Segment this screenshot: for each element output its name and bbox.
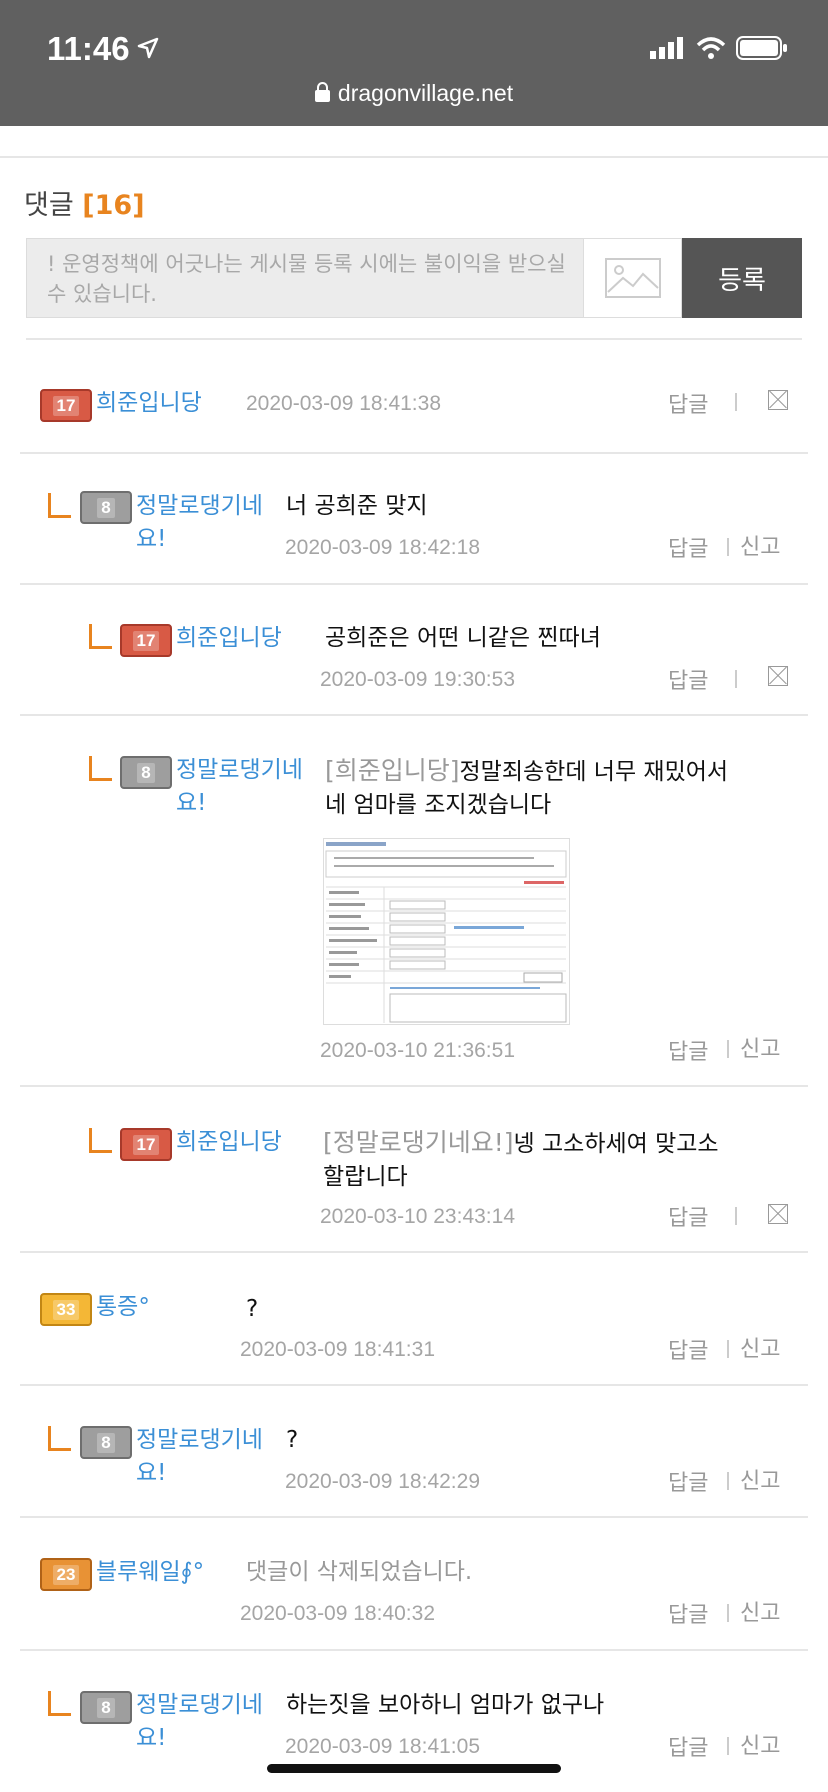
divider [20,583,808,585]
level-badge: 8 [80,1691,132,1724]
delete-icon[interactable] [768,666,788,686]
action-separator [735,670,737,688]
action-separator [727,1604,729,1622]
url-text: dragonvillage.net [337,80,514,106]
reply-button[interactable]: 답글 [668,1465,708,1497]
signal-icon [650,37,683,59]
reply-button[interactable]: 답글 [668,1597,708,1629]
action-separator [735,393,737,411]
reply-arrow-icon [48,1426,71,1451]
divider [20,1384,808,1386]
comment-text: [희준입니당]정말죄송한데 너무 재밌어서 네 엄마를 조지겠습니다 [325,756,729,818]
report-button[interactable]: 신고 [740,1331,780,1363]
wifi-icon [696,37,726,59]
comment-date: 2020-03-09 18:41:38 [246,392,441,415]
reply-button[interactable]: 답글 [668,663,708,695]
clock: 11:46 [47,30,130,67]
comment-date: 2020-03-10 21:36:51 [320,1039,515,1062]
comment-author[interactable]: 희준입니당 [176,622,282,655]
comment-text: ? [286,1427,299,1453]
report-button[interactable]: 신고 [740,1463,780,1495]
divider [20,1649,808,1651]
comment-text: ? [246,1296,259,1322]
reply-button[interactable]: 답글 [668,387,708,419]
url-bar[interactable]: dragonvillage.net [0,80,828,107]
report-button[interactable]: 신고 [740,1728,780,1760]
reply-button[interactable]: 답글 [668,1730,708,1762]
comment-author[interactable]: 블루웨일∮° [96,1556,204,1589]
reply-button[interactable]: 답글 [668,531,708,563]
comment-text: 하는짓을 보아하니 엄마가 없구나 [286,1692,605,1718]
reply-arrow-icon [89,1128,112,1153]
level-badge: 8 [80,1426,132,1459]
divider [26,338,802,340]
comment-author[interactable]: 정말로댕기네 요! [136,490,263,556]
divider [20,1516,808,1518]
comment-input[interactable]: ! 운영정책에 어긋나는 게시물 등록 시에는 불이익을 받으실 수 있습니다. [26,238,584,318]
action-separator [727,538,729,556]
reply-arrow-icon [89,624,112,649]
level-badge: 33 [40,1293,92,1326]
comment-date: 2020-03-10 23:43:14 [320,1205,515,1228]
action-separator [727,1472,729,1490]
divider [0,156,828,158]
level-badge: 8 [120,756,172,789]
home-indicator[interactable] [267,1764,561,1773]
level-badge: 17 [120,624,172,657]
image-upload-button[interactable] [583,238,682,318]
comment-input-placeholder: ! 운영정책에 어긋나는 게시물 등록 시에는 불이익을 받으실 수 있습니다. [47,252,566,306]
battery-icon [736,36,787,60]
mention-tag: [희준입니당] [325,756,460,785]
comment-author[interactable]: 정말로댕기네 요! [176,754,303,820]
comment-text: 공희준은 어떤 니같은 찐따녀 [325,625,601,651]
comment-text: [정말로댕기네요!]넹 고소하세여 맞고소 할랍니다 [323,1128,719,1190]
comment-count: [16] [82,190,145,221]
comment-text: 너 공희준 맞지 [286,493,428,519]
report-button[interactable]: 신고 [740,529,780,561]
comment-date: 2020-03-09 18:41:31 [240,1338,435,1361]
divider [20,714,808,716]
location-arrow-icon [137,37,159,59]
level-badge: 17 [40,389,92,422]
image-icon [604,258,661,298]
mention-tag: [정말로댕기네요!] [323,1128,514,1157]
comment-author[interactable]: 정말로댕기네 요! [136,1424,263,1490]
submit-comment-button[interactable]: 등록 [682,238,802,318]
delete-icon[interactable] [768,1204,788,1224]
divider [20,1085,808,1087]
comment-author[interactable]: 통증° [96,1291,150,1324]
action-separator [735,1207,737,1225]
divider [20,1251,808,1253]
status-bar: 11:46 dragonvillage.net [0,0,828,126]
comment-author[interactable]: 정말로댕기네 요! [136,1689,263,1755]
lock-icon [314,82,330,102]
reply-arrow-icon [48,493,71,518]
action-separator [727,1340,729,1358]
action-separator [727,1040,729,1058]
comment-author[interactable]: 희준입니당 [96,387,202,420]
comment-date: 2020-03-09 18:41:05 [285,1735,480,1758]
comment-attachment-image[interactable] [323,838,570,1025]
reply-button[interactable]: 답글 [668,1333,708,1365]
comment-date: 2020-03-09 19:30:53 [320,668,515,691]
level-badge: 8 [80,491,132,524]
level-badge: 23 [40,1558,92,1591]
action-separator [727,1737,729,1755]
comment-date: 2020-03-09 18:40:32 [240,1602,435,1625]
comment-date: 2020-03-09 18:42:18 [285,536,480,559]
comment-date: 2020-03-09 18:42:29 [285,1470,480,1493]
reply-button[interactable]: 답글 [668,1034,708,1066]
level-badge: 17 [120,1128,172,1161]
report-button[interactable]: 신고 [740,1595,780,1627]
report-button[interactable]: 신고 [740,1031,780,1063]
reply-button[interactable]: 답글 [668,1200,708,1232]
delete-icon[interactable] [768,390,788,410]
comments-heading: 댓글 [16] [24,190,145,221]
reply-arrow-icon [89,756,112,781]
reply-arrow-icon [48,1691,71,1716]
divider [20,452,808,454]
deleted-comment-text: 댓글이 삭제되었습니다. [246,1559,473,1585]
comment-author[interactable]: 희준입니당 [176,1126,282,1159]
